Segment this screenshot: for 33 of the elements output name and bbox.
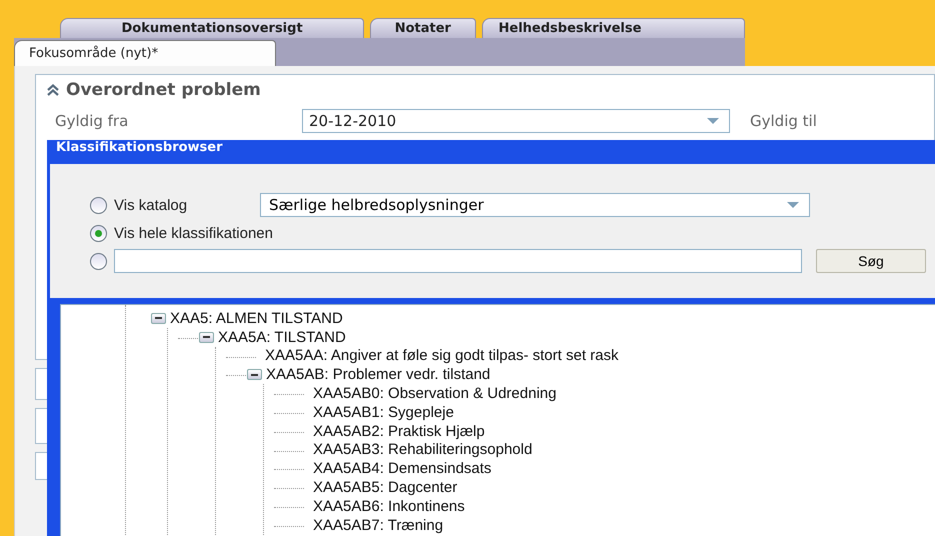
- tree-item[interactable]: XAA5AA: Angiver at føle sig godt tilpas- stort set rask: [265, 347, 618, 364]
- tree-item[interactable]: XAA5AB1: Sygepleje: [313, 404, 454, 421]
- date-dropdown[interactable]: 20-12-2010: [302, 109, 730, 133]
- radio-label: Vis katalog: [114, 196, 188, 214]
- search-button[interactable]: Søg: [816, 249, 926, 273]
- collapse-icon[interactable]: [151, 312, 166, 324]
- panel-title: Overordnet problem: [66, 80, 261, 100]
- tab[interactable]: Helhedsbeskrivelse: [482, 18, 745, 38]
- field-label: Gyldig til: [750, 112, 817, 130]
- field-label: Gyldig fra: [54, 112, 130, 130]
- tab[interactable]: Dokumentationsoversigt: [60, 18, 364, 38]
- panel-background: [35, 368, 47, 400]
- tree-item[interactable]: XAA5AB3: Rehabiliteringsophold: [313, 441, 532, 458]
- radio-label: Vis hele klassifikationen: [114, 224, 273, 242]
- tab[interactable]: Notater: [370, 18, 476, 38]
- collapse-icon[interactable]: [199, 332, 214, 343]
- double-chevron-up-icon[interactable]: [46, 84, 60, 96]
- catalog-dropdown[interactable]: Særlige helbredsoplysninger: [260, 193, 810, 217]
- dialog-title: Klassifikationsbrowser: [55, 140, 224, 157]
- search-field[interactable]: [114, 249, 802, 273]
- tree-item[interactable]: XAA5AB7: Træning: [313, 516, 444, 534]
- dropdown-arrow-icon: [787, 202, 799, 208]
- panel-background: [35, 452, 47, 480]
- radio-button[interactable]: [90, 196, 107, 214]
- panel-background: [35, 408, 47, 444]
- tree-item[interactable]: XAA5AB2: Praktisk Hjælp: [313, 422, 485, 440]
- dropdown-arrow-icon: [707, 118, 719, 124]
- tree-item[interactable]: XAA5AB0: Observation & Udredning: [313, 385, 556, 402]
- radio-button[interactable]: [90, 224, 107, 242]
- radio-button[interactable]: [90, 252, 107, 270]
- collapse-icon[interactable]: [247, 369, 262, 380]
- tab[interactable]: Fokusområde (nyt)*: [14, 40, 276, 66]
- tree-item[interactable]: XAA5AB5: Dagcenter: [313, 479, 458, 496]
